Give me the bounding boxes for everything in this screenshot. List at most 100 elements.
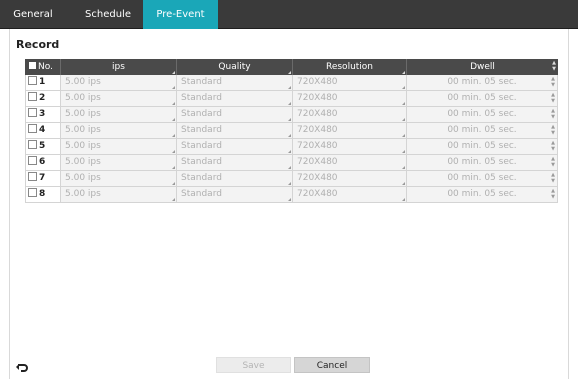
resolution-dropdown[interactable]: 720X480 (293, 91, 407, 107)
row-number-label: 6 (39, 157, 46, 167)
quality-dropdown[interactable]: Standard (177, 171, 293, 187)
column-header-ips[interactable]: ips (61, 59, 177, 75)
dwell-spinner[interactable]: 00 min. 05 sec. ▲ ▼ (407, 187, 558, 203)
ips-dropdown[interactable]: 5.00 ips (61, 187, 177, 203)
row-number-label: 4 (39, 125, 46, 135)
row-number[interactable]: 4 (25, 123, 61, 139)
tab-general[interactable]: General (2, 0, 64, 29)
row-checkbox[interactable] (28, 92, 37, 101)
row-number[interactable]: 1 (25, 75, 61, 91)
row-checkbox[interactable] (28, 76, 37, 85)
column-header-dwell-label: Dwell (470, 62, 495, 72)
column-header-dwell[interactable]: Dwell ▲ ▼ (407, 59, 558, 75)
quality-value: Standard (181, 157, 222, 167)
resolution-dropdown[interactable]: 720X480 (293, 123, 407, 139)
row-checkbox[interactable] (28, 140, 37, 149)
spinner-icon[interactable]: ▲ ▼ (551, 188, 555, 200)
resolution-value: 720X480 (297, 189, 338, 199)
quality-dropdown[interactable]: Standard (177, 91, 293, 107)
record-table: No. ips Quality Resolution Dwell ▲ ▼ 1 5.… (25, 59, 558, 203)
row-number[interactable]: 3 (25, 107, 61, 123)
dwell-spinner[interactable]: 00 min. 05 sec. ▲ ▼ (407, 123, 558, 139)
quality-dropdown[interactable]: Standard (177, 107, 293, 123)
spinner-icon[interactable]: ▲ ▼ (551, 156, 555, 168)
row-checkbox[interactable] (28, 156, 37, 165)
column-header-resolution[interactable]: Resolution (293, 59, 407, 75)
spinner-icon[interactable]: ▲ ▼ (551, 140, 555, 152)
quality-dropdown[interactable]: Standard (177, 123, 293, 139)
row-number[interactable]: 2 (25, 91, 61, 107)
dwell-spinner[interactable]: 00 min. 05 sec. ▲ ▼ (407, 139, 558, 155)
ips-dropdown[interactable]: 5.00 ips (61, 91, 177, 107)
dropdown-corner-icon (288, 134, 291, 137)
ips-dropdown[interactable]: 5.00 ips (61, 155, 177, 171)
spinner-icon[interactable]: ▲ ▼ (551, 92, 555, 104)
dwell-spinner[interactable]: 00 min. 05 sec. ▲ ▼ (407, 171, 558, 187)
ips-dropdown[interactable]: 5.00 ips (61, 171, 177, 187)
column-header-quality[interactable]: Quality (177, 59, 293, 75)
dropdown-corner-icon (288, 102, 291, 105)
quality-dropdown[interactable]: Standard (177, 187, 293, 203)
dwell-spinner[interactable]: 00 min. 05 sec. ▲ ▼ (407, 155, 558, 171)
ips-value: 5.00 ips (65, 157, 101, 167)
select-all-checkbox[interactable] (29, 62, 36, 69)
dwell-spinner[interactable]: 00 min. 05 sec. ▲ ▼ (407, 91, 558, 107)
tab-pre-event[interactable]: Pre-Event (143, 0, 218, 29)
resolution-dropdown[interactable]: 720X480 (293, 155, 407, 171)
ips-dropdown[interactable]: 5.00 ips (61, 123, 177, 139)
dwell-spinner[interactable]: 00 min. 05 sec. ▲ ▼ (407, 75, 558, 91)
quality-dropdown[interactable]: Standard (177, 75, 293, 91)
row-checkbox[interactable] (28, 108, 37, 117)
column-header-ips-label: ips (112, 62, 125, 72)
row-number[interactable]: 5 (25, 139, 61, 155)
spinner-icon[interactable]: ▲ ▼ (551, 76, 555, 88)
resolution-value: 720X480 (297, 77, 338, 87)
quality-dropdown[interactable]: Standard (177, 139, 293, 155)
row-number-label: 3 (39, 109, 46, 119)
row-number[interactable]: 6 (25, 155, 61, 171)
spinner-icon[interactable]: ▲ ▼ (551, 172, 555, 184)
spinner-icon[interactable]: ▲ ▼ (551, 108, 555, 120)
dwell-value: 00 min. 05 sec. (447, 93, 517, 103)
row-number-label: 1 (39, 77, 46, 87)
row-number[interactable]: 8 (25, 187, 61, 203)
cancel-button[interactable]: Cancel (294, 357, 370, 373)
tab-schedule[interactable]: Schedule (77, 0, 139, 29)
resolution-value: 720X480 (297, 173, 338, 183)
row-checkbox[interactable] (28, 188, 37, 197)
quality-value: Standard (181, 173, 222, 183)
row-checkbox[interactable] (28, 124, 37, 133)
dropdown-corner-icon (172, 150, 175, 153)
row-number[interactable]: 7 (25, 171, 61, 187)
dropdown-corner-icon (402, 102, 405, 105)
quality-dropdown[interactable]: Standard (177, 155, 293, 171)
dropdown-corner-icon (172, 86, 175, 89)
resolution-dropdown[interactable]: 720X480 (293, 139, 407, 155)
table-row: 8 5.00 ips Standard 720X480 00 min. 05 s… (25, 187, 558, 203)
row-checkbox[interactable] (28, 172, 37, 181)
undo-arrow-icon[interactable] (15, 359, 29, 373)
dropdown-corner-icon (402, 71, 405, 74)
table-row: 1 5.00 ips Standard 720X480 00 min. 05 s… (25, 75, 558, 91)
row-number-label: 7 (39, 173, 46, 183)
dropdown-corner-icon (402, 86, 405, 89)
column-header-no[interactable]: No. (25, 59, 61, 75)
spinner-icon[interactable]: ▲ ▼ (551, 124, 555, 136)
ips-dropdown[interactable]: 5.00 ips (61, 139, 177, 155)
quality-value: Standard (181, 189, 222, 199)
resolution-dropdown[interactable]: 720X480 (293, 187, 407, 203)
row-number-label: 2 (39, 93, 46, 103)
resolution-dropdown[interactable]: 720X480 (293, 171, 407, 187)
save-button[interactable]: Save (216, 357, 291, 373)
ips-value: 5.00 ips (65, 125, 101, 135)
ips-dropdown[interactable]: 5.00 ips (61, 107, 177, 123)
resolution-value: 720X480 (297, 109, 338, 119)
dropdown-corner-icon (288, 118, 291, 121)
dropdown-corner-icon (172, 71, 175, 74)
dropdown-corner-icon (172, 182, 175, 185)
ips-dropdown[interactable]: 5.00 ips (61, 75, 177, 91)
resolution-dropdown[interactable]: 720X480 (293, 75, 407, 91)
resolution-dropdown[interactable]: 720X480 (293, 107, 407, 123)
dwell-spinner[interactable]: 00 min. 05 sec. ▲ ▼ (407, 107, 558, 123)
dwell-value: 00 min. 05 sec. (447, 189, 517, 199)
